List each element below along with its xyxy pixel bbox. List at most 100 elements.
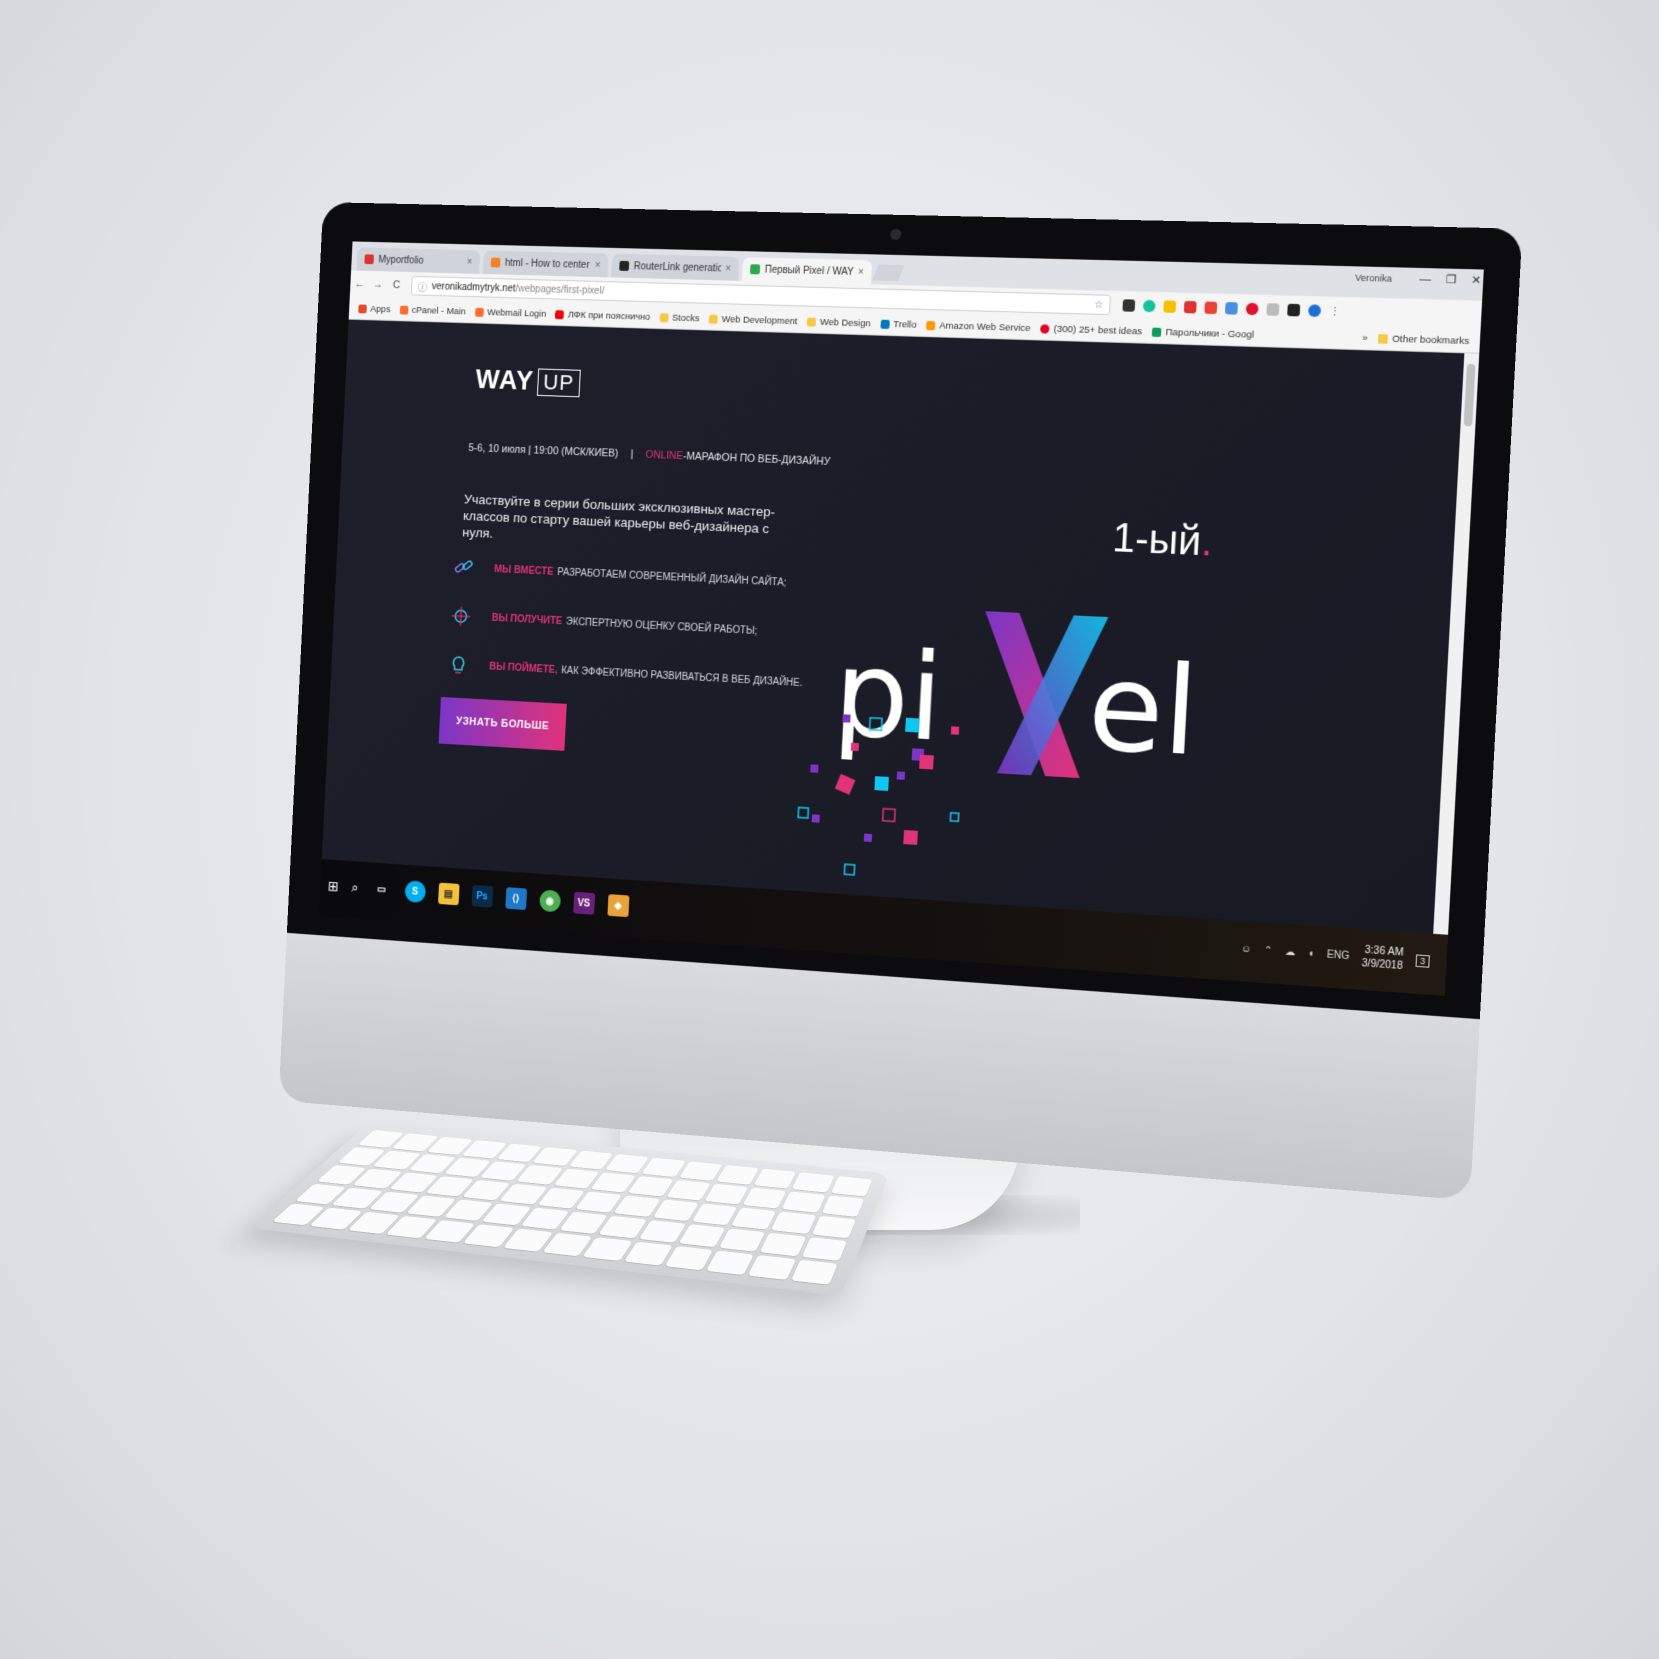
language-indicator[interactable]: ENG (1326, 949, 1349, 962)
keyboard-key (599, 1216, 647, 1239)
bookmark-cpanel[interactable]: cPanel - Main (399, 304, 466, 317)
keyboard-key (679, 1161, 723, 1181)
aws-icon (926, 321, 935, 330)
keyboard-key (692, 1203, 738, 1225)
file-explorer-icon[interactable]: ▤ (438, 883, 460, 906)
feature-highlight: ВЫ ПОЙМЕТЕ, (489, 661, 558, 675)
reload-icon[interactable]: C (387, 279, 406, 291)
bookmark-star-icon[interactable]: ☆ (1094, 299, 1104, 310)
bookmark-webmail[interactable]: Webmail Login (475, 306, 547, 319)
info-icon: ⓘ (417, 279, 427, 294)
bookmark-apps[interactable]: Apps (358, 303, 390, 315)
sheets-icon (1152, 327, 1162, 336)
search-icon[interactable]: ⌕ (351, 879, 359, 896)
people-icon[interactable]: ☺ (1240, 943, 1251, 955)
vscode-icon[interactable]: ⟨⟩ (505, 887, 527, 910)
back-icon[interactable]: ← (350, 278, 369, 290)
keyboard-key (719, 1228, 766, 1251)
visual-studio-icon[interactable]: VS (573, 892, 595, 915)
clock[interactable]: 3:36 AM 3/9/2018 (1361, 944, 1403, 974)
hero-word-right: el (1085, 635, 1202, 784)
keyboard-key (782, 1192, 825, 1213)
bookmark-youtube[interactable]: ЛФК при пояснично (555, 309, 650, 323)
lightbulb-icon (448, 654, 470, 676)
keyboard-key (704, 1184, 748, 1205)
extension-icon[interactable] (1163, 300, 1176, 313)
bookmark-sheets[interactable]: Парольчики - Googl (1152, 326, 1254, 340)
close-tab-icon[interactable]: × (466, 256, 472, 267)
folder-icon (709, 314, 718, 323)
close-tab-icon[interactable]: × (595, 260, 601, 271)
scrollbar-thumb[interactable] (1464, 364, 1476, 427)
tab-first-pixel[interactable]: Первый Pixel / WAYUP × (742, 257, 872, 284)
extension-icon[interactable] (1184, 300, 1197, 313)
close-window-icon[interactable]: ✕ (1471, 273, 1482, 287)
close-tab-icon[interactable]: × (725, 263, 731, 274)
url-host: veronikadmytryk.net (432, 281, 516, 294)
stackoverflow-icon (491, 258, 501, 268)
opera-icon[interactable] (1246, 302, 1259, 315)
other-bookmarks[interactable]: » Other bookmarks (1362, 332, 1470, 347)
extension-icon[interactable] (1225, 302, 1238, 315)
new-tab-button[interactable] (872, 265, 904, 282)
monitor-bezel: Myportfolio × html - How to center a × R… (287, 202, 1523, 1019)
keyboard-key (821, 1195, 864, 1216)
windows-start-icon[interactable]: ⊞ (327, 877, 339, 894)
keyboard-key (665, 1246, 714, 1270)
system-tray: ☺ ⌃ ☁ ◖ ENG 3:36 AM 3/9/2018 3 (1240, 935, 1430, 975)
keyboard-key (831, 1176, 873, 1196)
link-icon (453, 556, 475, 578)
task-view-icon[interactable]: ▭ (371, 878, 392, 901)
tab-myportfolio[interactable]: Myportfolio × (357, 247, 481, 273)
window-controls: Veronika — ❐ ✕ (1355, 270, 1482, 287)
skype-icon[interactable]: S (404, 880, 425, 903)
profile-name[interactable]: Veronika (1355, 272, 1392, 283)
keyboard-key (652, 1199, 698, 1221)
grammarly-icon[interactable] (1143, 299, 1156, 312)
chevron-more-icon[interactable]: » (1362, 332, 1368, 344)
chrome-icon[interactable]: ◉ (539, 889, 561, 912)
photoshop-icon[interactable]: Ps (471, 885, 493, 908)
close-tab-icon[interactable]: × (858, 266, 864, 277)
bookmark-web-design[interactable]: Web Design (807, 316, 871, 329)
sketch-app-icon[interactable]: ◆ (607, 894, 629, 917)
feature-item: МЫ ВМЕСТЕ РАЗРАБОТАЕМ СОВРЕМЕННЫЙ ДИЗАЙН… (453, 556, 787, 593)
tab-label: RouterLink generation th (633, 261, 721, 274)
bookmark-trello[interactable]: Trello (880, 318, 917, 330)
tab-html-center[interactable]: html - How to center a × (483, 251, 609, 278)
learn-more-button[interactable]: УЗНАТЬ БОЛЬШЕ (439, 697, 567, 751)
pinterest-icon (1040, 324, 1050, 333)
keyboard-key (792, 1172, 834, 1192)
notification-center-icon[interactable]: 3 (1415, 954, 1429, 967)
gmail-icon[interactable] (1204, 301, 1217, 314)
forward-icon[interactable]: → (369, 279, 388, 291)
event-dates: 5-6, 10 июля | 19:00 (МСК/КИЕВ) (468, 442, 618, 460)
intro-text: Участвуйте в серии больших эксклюзивных … (462, 491, 789, 555)
web-page: WAY UP 5-6, 10 июля | 19:00 (МСК/КИЕВ) |… (322, 320, 1465, 934)
tab-label: Первый Pixel / WAYUP (765, 264, 855, 277)
extension-icon[interactable] (1287, 303, 1300, 316)
network-icon[interactable]: ☁ (1285, 946, 1296, 958)
bookmark-stocks[interactable]: Stocks (659, 312, 699, 324)
keyboard-key (642, 1158, 686, 1177)
menu-icon[interactable]: ⋮ (1329, 304, 1341, 318)
keyboard-key (638, 1220, 686, 1243)
minimize-icon[interactable]: — (1419, 273, 1431, 286)
bookmark-web-development[interactable]: Web Development (709, 313, 798, 327)
extension-icon[interactable] (1266, 303, 1279, 316)
extension-icon[interactable] (1122, 299, 1135, 312)
bookmark-aws[interactable]: Amazon Web Service (926, 320, 1031, 334)
volume-icon[interactable]: ◖ (1308, 948, 1315, 960)
folder-icon (1378, 334, 1388, 344)
keyboard-key (754, 1169, 797, 1189)
chevron-up-icon[interactable]: ⌃ (1264, 945, 1273, 957)
tab-routerlink[interactable]: RouterLink generation th × (611, 254, 739, 281)
extension-icon[interactable] (1308, 304, 1321, 317)
bookmark-pinterest[interactable]: (300) 25+ best ideas (1040, 323, 1142, 337)
keyboard-key (731, 1208, 776, 1230)
maximize-icon[interactable]: ❐ (1446, 273, 1457, 287)
feature-item: ВЫ ПОЙМЕТЕ, КАК ЭФФЕКТИВНО РАЗВИВАТЬСЯ В… (448, 654, 803, 695)
clock-date: 3/9/2018 (1361, 957, 1403, 973)
wayup-logo[interactable]: WAY UP (475, 364, 581, 398)
camera-icon (890, 229, 901, 240)
